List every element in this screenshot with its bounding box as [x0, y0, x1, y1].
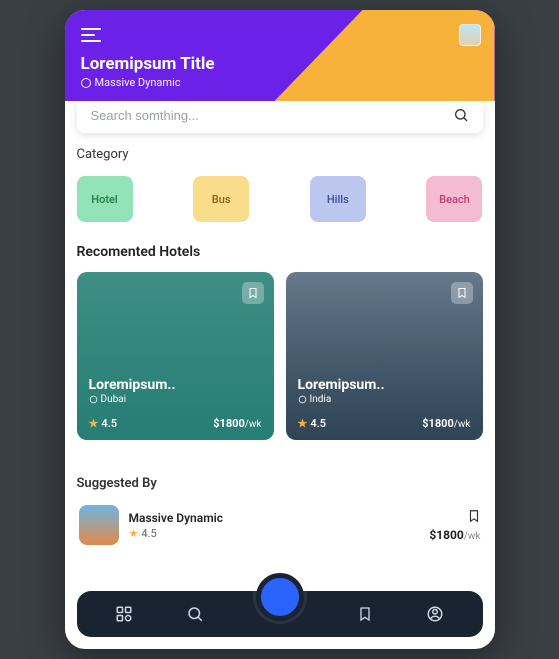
nav-profile[interactable]	[426, 605, 444, 623]
recommended-list: Loremipsum.. Dubai ★ 4.5 $1800/wk	[77, 272, 483, 440]
category-hotel[interactable]: Hotel	[77, 176, 133, 222]
location-icon	[81, 78, 91, 88]
category-bus[interactable]: Bus	[193, 176, 249, 222]
search-icon	[186, 605, 204, 623]
suggested-info: Massive Dynamic ★ 4.5	[129, 511, 420, 540]
price-unit: /wk	[454, 419, 471, 430]
rating-value: 4.5	[310, 417, 326, 430]
card-location-text: Dubai	[101, 394, 127, 405]
price-value: $1800	[429, 528, 463, 542]
suggested-item[interactable]: Massive Dynamic ★ 4.5 $1800/wk	[77, 501, 483, 549]
suggested-rating: ★ 4.5	[129, 527, 420, 540]
bookmark-button[interactable]	[467, 508, 481, 524]
star-icon: ★	[298, 417, 308, 430]
card-body: Loremipsum.. Dubai ★ 4.5 $1800/wk	[89, 377, 262, 430]
card-rating: ★ 4.5	[89, 417, 118, 430]
bookmark-icon	[357, 605, 373, 623]
app-frame: Loremipsum Title Massive Dynamic Categor…	[65, 10, 495, 649]
bookmark-button[interactable]	[242, 282, 264, 304]
star-icon: ★	[129, 527, 139, 540]
header-subtitle-text: Massive Dynamic	[95, 76, 181, 89]
suggested-name: Massive Dynamic	[129, 511, 420, 525]
card-location: India	[298, 394, 471, 405]
category-label: Category	[77, 147, 483, 162]
suggested-label: Suggested By	[77, 476, 483, 491]
card-title: Loremipsum..	[89, 377, 262, 393]
card-location-text: India	[310, 394, 332, 405]
card-rating: ★ 4.5	[298, 417, 327, 430]
hotel-card[interactable]: Loremipsum.. Dubai ★ 4.5 $1800/wk	[77, 272, 274, 440]
card-price: $1800/wk	[213, 417, 261, 430]
recommended-label: Recomented Hotels	[77, 244, 483, 260]
card-price: $1800/wk	[422, 417, 470, 430]
bookmark-button[interactable]	[451, 282, 473, 304]
nav-grid[interactable]	[115, 605, 133, 623]
fab-button[interactable]	[256, 573, 304, 621]
content: Category Hotel Bus Hills Beach Recomente…	[65, 97, 495, 649]
search-input[interactable]	[91, 108, 453, 123]
rating-value: 4.5	[101, 417, 117, 430]
price-value: $1800	[213, 417, 245, 430]
header: Loremipsum Title Massive Dynamic	[65, 10, 495, 101]
category-beach[interactable]: Beach	[426, 176, 482, 222]
location-icon	[298, 395, 307, 404]
price-value: $1800	[422, 417, 454, 430]
page-title: Loremipsum Title	[81, 54, 479, 74]
hotel-card[interactable]: Loremipsum.. India ★ 4.5 $1800/wk	[286, 272, 483, 440]
suggested-right: $1800/wk	[429, 508, 480, 542]
menu-icon[interactable]	[81, 28, 101, 42]
card-footer: ★ 4.5 $1800/wk	[89, 417, 262, 430]
nav-bookmark[interactable]	[357, 605, 373, 623]
grid-icon	[115, 605, 133, 623]
card-footer: ★ 4.5 $1800/wk	[298, 417, 471, 430]
rating-value: 4.5	[141, 527, 156, 540]
bookmark-icon	[467, 508, 481, 524]
user-icon	[426, 605, 444, 623]
card-location: Dubai	[89, 394, 262, 405]
category-list: Hotel Bus Hills Beach	[77, 176, 483, 222]
bookmark-icon	[247, 286, 259, 300]
category-hills[interactable]: Hills	[310, 176, 366, 222]
card-title: Loremipsum..	[298, 377, 471, 393]
nav-search[interactable]	[186, 605, 204, 623]
suggested-thumbnail	[79, 505, 119, 545]
header-subtitle: Massive Dynamic	[81, 76, 479, 89]
suggested-price: $1800/wk	[429, 528, 480, 542]
search-bar[interactable]	[77, 97, 483, 133]
location-icon	[89, 395, 98, 404]
bookmark-icon	[456, 286, 468, 300]
price-unit: /wk	[245, 419, 262, 430]
avatar[interactable]	[459, 24, 481, 46]
price-unit: /wk	[464, 531, 481, 542]
star-icon: ★	[89, 417, 99, 430]
card-body: Loremipsum.. India ★ 4.5 $1800/wk	[298, 377, 471, 430]
search-icon[interactable]	[453, 107, 469, 123]
